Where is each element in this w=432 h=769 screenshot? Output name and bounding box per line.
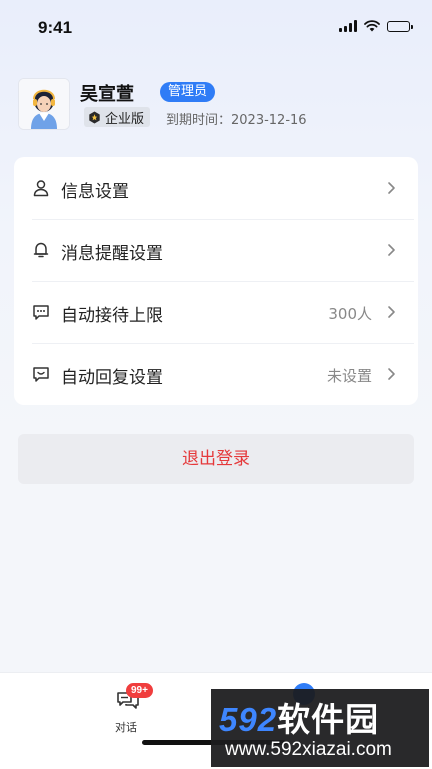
wifi-icon [364,20,380,32]
setting-label: 信息设置 [61,182,129,202]
expiry-date: 到期时间：2023-12-16 [166,113,307,128]
user-icon [33,180,49,197]
setting-row-auto-reply[interactable]: 自动回复设置 未设置 [14,343,418,405]
edition-badge: 企业版 [84,107,151,127]
cellular-signal-icon [339,20,357,32]
tab-chat-label: 对话 [115,721,137,734]
chevron-right-icon [388,244,395,256]
settings-card: 信息设置 消息提醒设置 自动接待上限 300人 自动回复设置 未设置 [14,157,418,405]
watermark-logo: 592软件园 [219,693,379,741]
tab-chat[interactable]: 99+ 对话 [96,681,156,734]
status-icons [339,20,413,32]
watermark-url: www.592xiazai.com [225,739,392,760]
logout-button[interactable]: 退出登录 [18,434,414,484]
chevron-right-icon [388,306,395,318]
edition-label: 企业版 [105,111,145,127]
watermark-brand: 软件园 [277,700,380,739]
battery-icon [387,20,413,32]
setting-label: 自动接待上限 [61,306,163,326]
chat-reply-icon [33,367,49,382]
setting-row-info[interactable]: 信息设置 [14,157,418,219]
role-badge: 管理员 [160,82,216,102]
edition-crown-icon [89,110,100,124]
profile-header: 吴宣萱 管理员 企业版 到期时间：2023-12-16 [18,78,414,132]
setting-row-auto-reception-limit[interactable]: 自动接待上限 300人 [14,281,418,343]
watermark: 592软件园 www.592xiazai.com [211,689,429,767]
chevron-right-icon [388,182,395,194]
setting-value: 300人 [328,305,372,323]
watermark-number: 592 [219,701,278,738]
chevron-right-icon [388,368,395,380]
setting-value: 未设置 [326,367,372,385]
setting-label: 自动回复设置 [61,368,163,388]
setting-label: 消息提醒设置 [61,244,163,264]
status-time: 9:41 [38,18,73,37]
bell-icon [33,242,49,258]
setting-row-notifications[interactable]: 消息提醒设置 [14,219,418,281]
avatar[interactable] [18,78,70,130]
avatar-illustration [19,79,69,129]
status-bar: 9:41 [0,0,432,56]
chat-dots-icon [33,305,49,320]
unread-badge: 99+ [126,683,153,698]
user-name: 吴宣萱 [80,84,134,105]
